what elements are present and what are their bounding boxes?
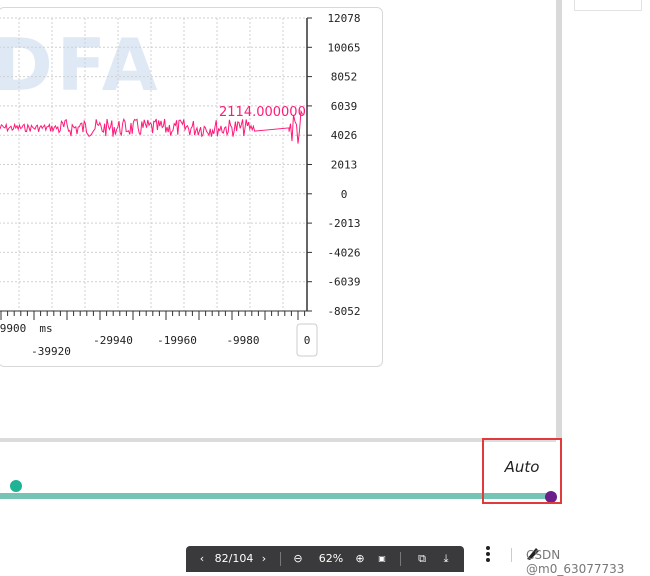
timeline-track[interactable] <box>0 493 556 499</box>
x-tick-label: -29940 <box>93 334 133 347</box>
auto-mode-label[interactable]: Auto <box>484 458 560 476</box>
y-tick-label: -2013 <box>327 217 360 230</box>
y-tick-label: 10065 <box>327 41 360 54</box>
page-indicator: 82/104 <box>214 552 254 565</box>
zoom-level: 62% <box>318 552 344 565</box>
y-tick-label: -8052 <box>327 305 360 318</box>
value-readout-label: 2114.000000 <box>219 105 306 120</box>
rotate-icon[interactable]: ⧉ <box>414 551 430 567</box>
x-tick-label: -19960 <box>157 334 197 347</box>
x-tick-label: 0 <box>304 334 311 347</box>
y-tick-label: 2013 <box>331 159 358 172</box>
csdn-watermark: CSDN @m0_63077733 <box>526 548 625 576</box>
chevron-left-icon[interactable]: ‹ <box>196 551 208 567</box>
zoom-out-icon[interactable]: ⊖ <box>290 551 306 567</box>
footer-separator <box>511 548 512 562</box>
y-tick-label: 4026 <box>331 129 358 142</box>
fit-page-icon[interactable]: ▣ <box>374 551 390 567</box>
y-tick-label: -4026 <box>327 246 360 259</box>
x-tick-label: 9900 <box>0 322 26 335</box>
more-vertical-icon[interactable] <box>483 544 493 564</box>
toolbar-separator <box>400 552 401 566</box>
oscilloscope-chart-card: DFA 12078 10065 8052 6039 4026 2013 0 -2013 -402… <box>0 7 383 367</box>
x-tick-label: -9980 <box>226 334 259 347</box>
chevron-right-icon[interactable]: › <box>258 551 270 567</box>
right-scroll-divider <box>556 0 562 440</box>
y-tick-label: -6039 <box>327 276 360 289</box>
y-tick-label: 8052 <box>331 71 358 84</box>
section-divider <box>0 438 556 442</box>
timeline-start-marker[interactable] <box>10 480 22 492</box>
download-icon[interactable]: ⤓ <box>438 551 454 567</box>
zoom-in-icon[interactable]: ⊕ <box>352 551 368 567</box>
chart-svg[interactable]: 12078 10065 8052 6039 4026 2013 0 -2013 -4026 -60… <box>0 8 382 366</box>
y-tick-label: 0 <box>341 188 348 201</box>
auto-highlight-box: Auto <box>482 438 562 504</box>
toolbar-separator <box>280 552 281 566</box>
y-tick-label: 12078 <box>327 12 360 25</box>
x-tick-label: ms <box>39 322 52 335</box>
y-tick-label: 6039 <box>331 100 358 113</box>
x-tick-label: -39920 <box>31 345 71 358</box>
document-viewer-toolbar: ‹ 82/104 › ⊖ 62% ⊕ ▣ ⧉ ⤓ <box>186 546 464 572</box>
right-panel-box <box>574 0 642 11</box>
